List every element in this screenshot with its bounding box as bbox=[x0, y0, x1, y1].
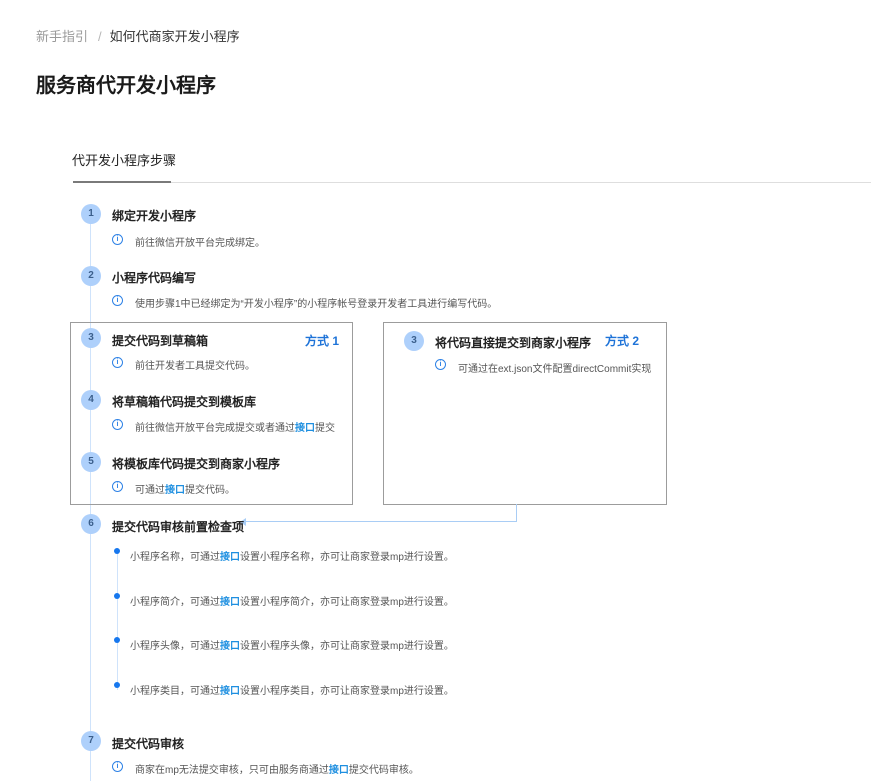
tab-steps[interactable]: 代开发小程序步骤 bbox=[72, 150, 176, 169]
info-icon: i bbox=[112, 481, 123, 492]
check-item: 小程序名称，可通过接口设置小程序名称，亦可让商家登录mp进行设置。 bbox=[130, 552, 454, 563]
method-2-label: 方式 2 bbox=[605, 334, 640, 348]
api-link[interactable]: 接口 bbox=[165, 485, 185, 496]
step-description: 可通过接口提交代码。 bbox=[135, 485, 235, 496]
connector-line bbox=[244, 521, 516, 522]
bullet-dot bbox=[114, 637, 120, 643]
step-title: 绑定开发小程序 bbox=[112, 209, 197, 223]
step-title: 提交代码到草稿箱 bbox=[112, 334, 209, 348]
step-number-badge: 1 bbox=[81, 204, 101, 224]
info-icon: i bbox=[112, 295, 123, 306]
tab-active-indicator bbox=[73, 181, 171, 183]
info-icon: i bbox=[112, 761, 123, 772]
step-number-badge: 3 bbox=[404, 331, 424, 351]
step-number-badge: 3 bbox=[81, 328, 101, 348]
connector-line bbox=[516, 504, 517, 522]
step-number-badge: 5 bbox=[81, 452, 101, 472]
page-title: 服务商代开发小程序 bbox=[36, 75, 216, 97]
step-number-badge: 4 bbox=[81, 390, 101, 410]
api-link[interactable]: 接口 bbox=[220, 552, 240, 563]
api-link[interactable]: 接口 bbox=[295, 423, 315, 434]
method-1-label: 方式 1 bbox=[305, 334, 340, 348]
step-title: 小程序代码编写 bbox=[112, 271, 197, 285]
tab-bar-divider bbox=[73, 182, 871, 183]
step-description: 商家在mp无法提交审核，只可由服务商通过接口提交代码审核。 bbox=[135, 765, 419, 776]
sub-timeline-line bbox=[117, 548, 118, 690]
method-1-box bbox=[70, 322, 353, 505]
breadcrumb-parent-link[interactable]: 新手指引 bbox=[36, 29, 88, 44]
bullet-dot bbox=[114, 548, 120, 554]
step-number-badge: 6 bbox=[81, 514, 101, 534]
step-title: 将模板库代码提交到商家小程序 bbox=[112, 457, 281, 471]
step-description: 前往开发者工具提交代码。 bbox=[135, 361, 255, 372]
info-icon: i bbox=[112, 357, 123, 368]
step-description: 使用步骤1中已经绑定为“开发小程序”的小程序帐号登录开发者工具进行编写代码。 bbox=[135, 299, 498, 310]
step-description: 前往微信开放平台完成绑定。 bbox=[135, 238, 265, 249]
step-title: 提交代码审核前置检查项 bbox=[112, 520, 245, 534]
breadcrumb: 新手指引 / 如何代商家开发小程序 bbox=[36, 26, 240, 45]
step-description: 可通过在ext.json文件配置directCommit实现 bbox=[458, 364, 652, 375]
check-item: 小程序头像，可通过接口设置小程序头像，亦可让商家登录mp进行设置。 bbox=[130, 641, 454, 652]
bullet-dot bbox=[114, 682, 120, 688]
breadcrumb-current: 如何代商家开发小程序 bbox=[109, 29, 240, 44]
step-title: 将草稿箱代码提交到模板库 bbox=[112, 395, 257, 409]
info-icon: i bbox=[435, 359, 446, 370]
step-title: 提交代码审核 bbox=[112, 737, 185, 751]
info-icon: i bbox=[112, 234, 123, 245]
api-link[interactable]: 接口 bbox=[220, 641, 240, 652]
api-link[interactable]: 接口 bbox=[220, 686, 240, 697]
check-item: 小程序简介，可通过接口设置小程序简介，亦可让商家登录mp进行设置。 bbox=[130, 597, 454, 608]
info-icon: i bbox=[112, 419, 123, 430]
check-item: 小程序类目，可通过接口设置小程序类目，亦可让商家登录mp进行设置。 bbox=[130, 686, 454, 697]
api-link[interactable]: 接口 bbox=[329, 765, 349, 776]
breadcrumb-separator: / bbox=[98, 29, 102, 44]
step-title: 将代码直接提交到商家小程序 bbox=[435, 336, 592, 350]
step-number-badge: 2 bbox=[81, 266, 101, 286]
step-number-badge: 7 bbox=[81, 731, 101, 751]
bullet-dot bbox=[114, 593, 120, 599]
step-description: 前往微信开放平台完成提交或者通过接口提交 bbox=[135, 423, 335, 434]
api-link[interactable]: 接口 bbox=[220, 597, 240, 608]
